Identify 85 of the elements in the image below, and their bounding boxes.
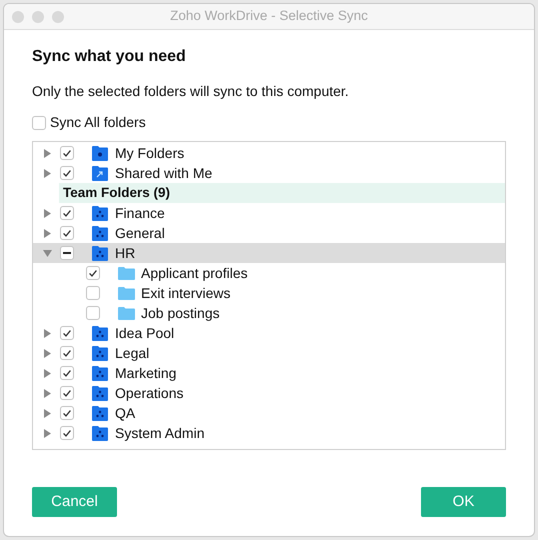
tree-row[interactable]: Idea Pool [33, 323, 505, 343]
checkbox[interactable] [60, 426, 74, 440]
sync-all-label[interactable]: Sync All folders [50, 112, 146, 133]
folder-name: HR [115, 244, 136, 262]
tree-row[interactable]: General [33, 223, 505, 243]
tree-row[interactable]: My Folders [33, 143, 505, 163]
folder-name: Marketing [115, 364, 176, 383]
checkbox[interactable] [86, 266, 100, 280]
tree-row[interactable]: Job postings [33, 303, 505, 323]
tree-row[interactable]: QA [33, 403, 505, 423]
collapsed-arrow-icon[interactable] [42, 208, 52, 218]
tree-row[interactable]: HR [33, 243, 505, 263]
folder-icon [118, 306, 135, 320]
tree-row[interactable]: Marketing [33, 363, 505, 383]
folder-name: Idea Pool [115, 324, 174, 342]
checkbox[interactable] [60, 146, 74, 160]
folder-name: Job postings [141, 304, 220, 323]
folder-name: Shared with Me [115, 164, 212, 182]
checkbox[interactable] [60, 246, 74, 260]
team-folder-icon [92, 366, 108, 380]
expanded-arrow-icon[interactable] [42, 248, 52, 258]
description: Only the selected folders will sync to this computer. [32, 82, 350, 101]
tree-row[interactable]: Legal [33, 343, 505, 363]
team-folder-icon [92, 206, 108, 220]
checkmark-icon [62, 410, 70, 416]
collapsed-arrow-icon[interactable] [42, 328, 52, 338]
checkbox[interactable] [32, 116, 46, 130]
team-folder-icon [92, 426, 108, 440]
folder-name: QA [115, 404, 136, 423]
checkmark-icon [62, 330, 70, 336]
checkmark-icon [62, 370, 70, 376]
checkbox[interactable] [60, 406, 74, 420]
checkbox[interactable] [60, 366, 74, 380]
collapsed-arrow-icon[interactable] [42, 388, 52, 398]
collapsed-arrow-icon[interactable] [42, 228, 52, 238]
shared-folder-icon [92, 166, 108, 180]
collapsed-arrow-icon[interactable] [42, 428, 52, 438]
folder-name: Applicant profiles [141, 264, 248, 283]
checkbox[interactable] [60, 326, 74, 340]
team-folder-icon [92, 346, 108, 360]
section-header: Team Folders (9) [59, 183, 505, 203]
folder-name: Finance [115, 204, 165, 222]
checkbox[interactable] [60, 386, 74, 400]
tree-row[interactable]: Shared with Me [33, 163, 505, 183]
folder-icon [118, 286, 135, 300]
folder-name: General [115, 224, 165, 242]
checkmark-icon [62, 150, 70, 156]
folder-name: Exit interviews [141, 284, 230, 302]
team-folder-icon [92, 246, 108, 260]
collapsed-arrow-icon[interactable] [42, 148, 52, 158]
checkbox[interactable] [60, 166, 74, 180]
checkmark-icon [62, 350, 70, 356]
team-folder-icon [92, 326, 108, 340]
checkmark-icon [88, 270, 96, 276]
checkmark-icon [62, 390, 70, 396]
checkmark-icon [62, 230, 70, 236]
collapsed-arrow-icon[interactable] [42, 368, 52, 378]
tree-row[interactable]: Exit interviews [33, 283, 505, 303]
collapsed-arrow-icon[interactable] [42, 348, 52, 358]
folder-name: Operations [115, 384, 184, 403]
window-title: Zoho WorkDrive - Selective Sync [170, 7, 368, 26]
tree-row[interactable]: Operations [33, 383, 505, 403]
team-folder-icon [92, 386, 108, 400]
collapsed-arrow-icon[interactable] [42, 408, 52, 418]
folder-name: My Folders [115, 144, 184, 163]
heading: Sync what you need [32, 47, 187, 67]
checkmark-icon [62, 430, 70, 436]
checkbox[interactable] [60, 226, 74, 240]
checkbox[interactable] [60, 346, 74, 360]
folder-icon [92, 146, 108, 160]
checkmark-icon [62, 170, 70, 176]
dash-icon [62, 252, 70, 254]
folder-icon [118, 266, 135, 280]
checkbox[interactable] [86, 286, 100, 300]
tree-row[interactable]: Finance [33, 203, 505, 223]
folder-name: Legal [115, 344, 150, 363]
team-folder-icon [92, 406, 108, 420]
checkbox[interactable] [60, 206, 74, 220]
team-folder-icon [92, 226, 108, 240]
checkbox[interactable] [86, 306, 100, 320]
folder-name: System Admin [115, 424, 204, 443]
collapsed-arrow-icon[interactable] [42, 168, 52, 178]
tree-row[interactable]: Applicant profiles [33, 263, 505, 283]
tree-row[interactable]: System Admin [33, 423, 505, 443]
checkmark-icon [62, 210, 70, 216]
